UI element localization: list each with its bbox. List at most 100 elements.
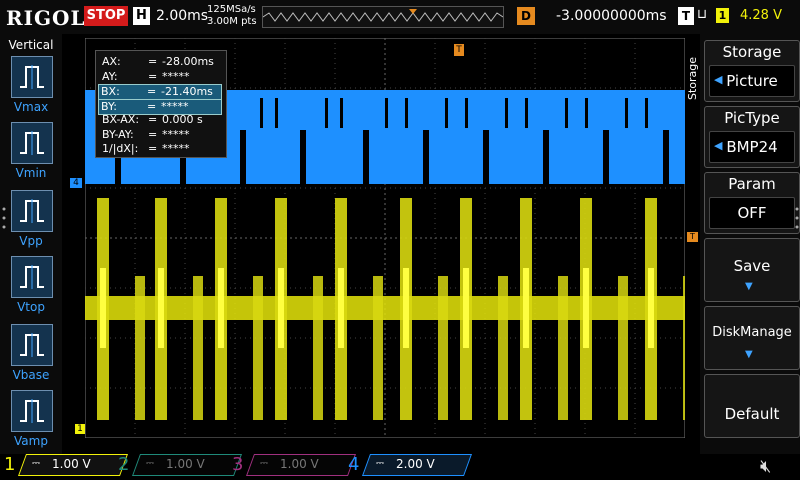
measure-label: Vamp [14,434,48,448]
brand-logo: RIGOL [6,6,86,30]
ch4-gap [423,130,429,184]
trigger-level: 4.28 V [740,8,782,23]
measure-vmin-button[interactable] [11,122,53,164]
sample-rate: 125MSa/s [207,4,256,15]
cursor-key: AX: [102,55,121,68]
ch4-notch [465,98,468,128]
ch4-gap [240,130,246,184]
cursor-row: AY: = ***** [100,70,222,84]
ch4-notch [405,98,408,128]
save-softkey[interactable]: Save ▼ [704,238,800,302]
page-dots-icon [795,207,799,229]
measure-vamp-button[interactable] [11,390,53,432]
channel-3-number[interactable]: 3 [232,454,243,476]
measure-vmax-button[interactable] [11,56,53,98]
save-label: Save [733,257,771,275]
speaker-mute-icon[interactable]: 🔇︎ [760,456,771,477]
ch1-offset-marker[interactable]: 1 [75,424,85,434]
measure-vbase-button[interactable] [11,324,53,366]
cursor-eq: = [147,99,157,113]
cursor-row: BY-AY: = ***** [100,128,222,142]
channel-1-number[interactable]: 1 [4,454,15,476]
cursor-value: -28.00ms [162,55,214,68]
measure-label: Vtop [17,300,45,314]
measure-label: Vpp [19,234,43,248]
ch1-burst-small [253,276,263,420]
channel-4-scale: 2.00 V [396,457,435,471]
cursor-key: BX: [101,85,120,98]
acquisition-info: 125MSa/s 3.00M pts [207,4,257,28]
diskmanage-softkey[interactable]: DiskManage ▼ [704,306,800,370]
ch4-notch [275,98,278,128]
cursor-eq: = [147,85,157,98]
down-arrow-icon: ▼ [745,349,753,360]
channel-bar: 🔇︎ 1 ⎓ 1.00 V 2 ⎓ 1.00 V 3 ⎓ 1.00 V 4 ⎓ 2.00 V [0,454,800,480]
ch4-gap [603,130,609,184]
ch4-gap [543,130,549,184]
measure-label: Vmax [13,100,49,114]
run-stop-status[interactable]: STOP [84,6,128,26]
ch1-burst-small [438,276,448,420]
diskmanage-label: DiskManage [712,325,792,340]
channel-2-number[interactable]: 2 [118,454,129,476]
ch4-notch [260,98,263,128]
trigger-source: 1 [716,8,729,23]
cursor-key: BY: [101,99,117,113]
ch4-notch [585,98,588,128]
trigger-level-marker[interactable]: T [687,232,698,242]
ch4-offset-marker[interactable]: 4 [70,178,82,188]
cursor-key: 1/|dX|: [102,142,139,155]
cursor-value: ***** [162,127,190,141]
down-arrow-icon: ▼ [745,281,753,292]
cursor-readout: AX: = -28.00ms AY: = ***** BX: = -21.40ms BY: = ***… [95,50,227,158]
param-value: OFF [737,204,767,222]
storage-softkey[interactable]: Storage ◀ Picture [704,40,800,102]
ch1-burst-core [403,268,409,348]
ch4-notch [505,98,508,128]
cursor-row: BX-AX: = 0.000 s [100,113,222,127]
storage-title: Storage [722,43,782,61]
softkey-menu: Storage ◀ Picture PicType ◀ BMP24 Param … [700,34,800,454]
measure-vpp-button[interactable] [11,190,53,232]
storage-value: Picture [726,72,778,90]
vtop-icon [20,265,44,289]
dc-coupling-icon: ⎓ [376,458,384,469]
ch4-notch [385,98,388,128]
memory-points: 3.00M pts [207,16,257,27]
vmin-icon [20,131,44,155]
dc-coupling-icon: ⎓ [146,458,154,469]
trigger-position-marker[interactable]: T [454,44,464,56]
delay-value: -3.00000000ms [556,8,667,24]
cursor-key: BY-AY: [102,127,134,141]
pictype-softkey[interactable]: PicType ◀ BMP24 [704,106,800,168]
channel-4-number[interactable]: 4 [348,454,359,476]
cursor-eq: = [148,69,158,83]
pictype-title: PicType [724,109,780,127]
ch4-notch [340,98,343,128]
cursor-value: ***** [162,142,190,155]
ch1-burst-small [683,276,685,420]
measure-label: Vmin [15,166,47,180]
cursor-eq: = [148,55,158,68]
pictype-value-box: ◀ BMP24 [709,131,795,163]
ch4-gap [300,130,306,184]
cursor-value: 0.000 s [162,113,203,126]
cursor-value: -21.40ms [161,85,213,98]
param-softkey[interactable]: Param OFF [704,172,800,234]
default-softkey[interactable]: Default [704,374,800,438]
measure-vtop-button[interactable] [11,256,53,298]
measure-panel: Vertical Vmax Vmin Vpp Vtop Vbase Vamp [0,34,62,454]
cursor-row: AX: = -28.00ms [100,55,222,69]
cursor-value: ***** [162,69,190,83]
channel-2-scale: 1.00 V [166,457,205,471]
cursor-eq: = [148,113,158,126]
ch1-burst-small [313,276,323,420]
page-dots-icon [2,207,6,229]
ch1-burst-core [218,268,224,348]
ch4-notch [565,98,568,128]
trigger-label: T [678,7,694,25]
trigger-slope-icon: ⊔ [697,7,708,22]
vmax-icon [20,65,44,89]
storage-value-box: ◀ Picture [709,65,795,97]
ch4-notch [625,98,628,128]
